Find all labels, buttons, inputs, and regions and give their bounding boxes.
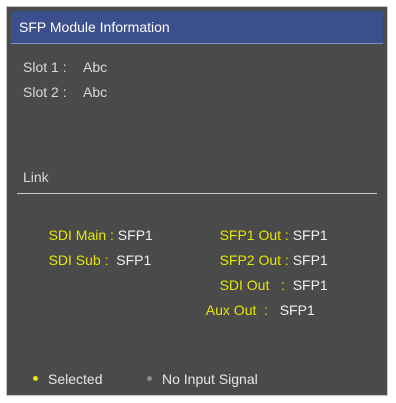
link-label-sdi-sub: SDI Sub :: [48, 252, 109, 268]
legend-selected-label: Selected: [48, 371, 103, 387]
slot-1-label: Slot 1 :: [23, 59, 67, 75]
selected-indicator-icon: [33, 376, 38, 381]
slot-2-label: Slot 2 :: [23, 84, 67, 100]
link-row-aux-out: Aux Out : SFP1: [191, 286, 315, 334]
link-heading: Link: [23, 169, 49, 185]
slot-2-value: Abc: [83, 84, 108, 100]
link-value-sdi-sub: SFP1: [108, 252, 152, 268]
no-signal-indicator-icon: [147, 376, 152, 381]
link-row-sdi-sub: SDI Sub : SFP1: [33, 236, 152, 284]
link-label-aux-out: Aux Out :: [205, 302, 269, 318]
link-divider: [17, 193, 377, 194]
window-title: SFP Module Information: [19, 19, 170, 35]
slot-1-value: Abc: [83, 59, 108, 75]
legend-no-signal-label: No Input Signal: [162, 371, 258, 387]
link-value-aux-out: SFP1: [268, 302, 315, 318]
title-bar: SFP Module Information: [11, 11, 383, 44]
sfp-info-panel: SFP Module Information Slot 1 : Abc Slot…: [6, 6, 388, 396]
